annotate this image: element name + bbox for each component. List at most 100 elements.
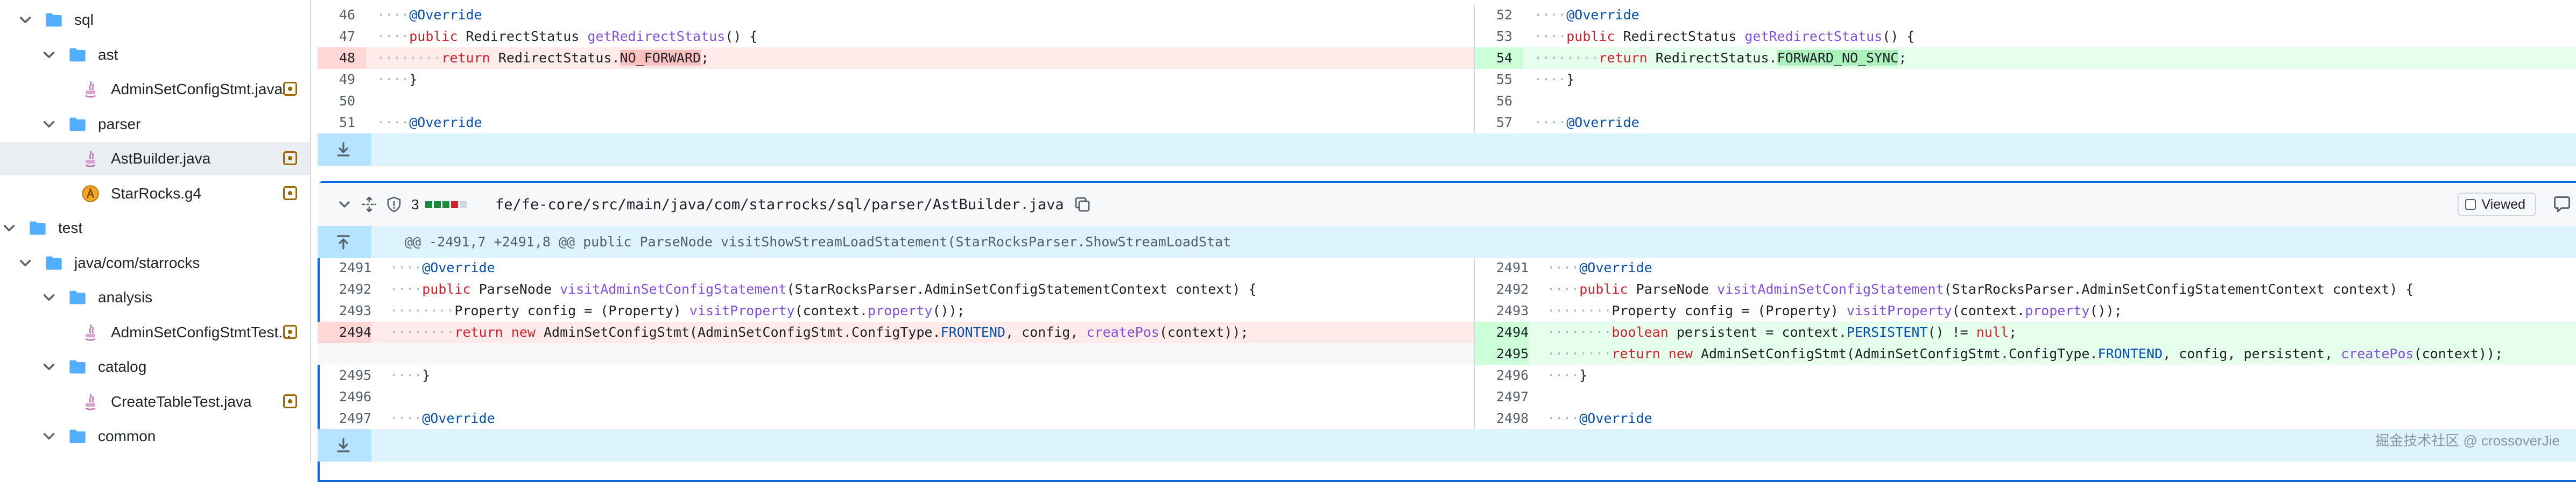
- diff-line-old[interactable]: 2493 ········Property config = (Property)…: [318, 300, 1474, 322]
- tree-folder[interactable]: sql: [0, 3, 310, 37]
- line-number[interactable]: 2491: [1475, 257, 1529, 279]
- tree-folder[interactable]: common: [0, 420, 310, 453]
- chevron-down-icon[interactable]: [40, 46, 58, 64]
- diff-line-old[interactable]: 48 ········return RedirectStatus.NO_FORWA…: [318, 47, 1474, 69]
- diff-line-new[interactable]: 54 ········return RedirectStatus.FORWARD_…: [1474, 47, 2576, 69]
- file-modified-icon: [283, 394, 297, 408]
- diff-line-new[interactable]: 2491 ····@Override: [1474, 257, 2576, 279]
- chevron-down-icon[interactable]: [0, 219, 18, 237]
- line-number[interactable]: 55: [1475, 69, 1523, 90]
- line-number[interactable]: 49: [318, 69, 366, 90]
- diff-line-new[interactable]: 52 ····@Override: [1474, 4, 2576, 26]
- line-number[interactable]: 2493: [1475, 300, 1529, 322]
- diff-line-old[interactable]: 2497 ····@Override: [318, 408, 1474, 429]
- diff-row: 2493 ········Property config = (Property)…: [318, 300, 2576, 322]
- collapse-file-button[interactable]: [336, 195, 353, 214]
- viewed-checkbox[interactable]: [2465, 199, 2476, 210]
- tree-file[interactable]: AdminSetConfigStmtTest...: [0, 316, 310, 349]
- tree-folder[interactable]: analysis: [0, 281, 310, 314]
- diff-line-new[interactable]: 56: [1474, 90, 2576, 112]
- tree-folder[interactable]: parser: [0, 108, 310, 141]
- watermark: 掘金技术社区 @ crossoverJie: [2375, 433, 2560, 449]
- code-line: ····@Override: [390, 410, 495, 426]
- diff-line-new[interactable]: 55 ····}: [1474, 69, 2576, 90]
- shield-icon: [387, 196, 401, 212]
- tree-file[interactable]: StarRocks.g4: [0, 177, 310, 210]
- line-number[interactable]: 2497: [1475, 386, 1529, 408]
- tree-file[interactable]: CreateTableTest.java: [0, 385, 310, 419]
- tree-file[interactable]: AdminSetConfigStmt.java: [0, 73, 310, 106]
- file-modified-icon: [283, 82, 297, 96]
- expand-below-button-2[interactable]: [318, 429, 2576, 462]
- line-number[interactable]: 2492: [318, 279, 371, 300]
- line-number[interactable]: 2494: [318, 322, 371, 343]
- diff-line-new[interactable]: 2492 ····public ParseNode visitAdminSetCo…: [1474, 279, 2576, 300]
- line-number[interactable]: 2496: [318, 386, 371, 408]
- line-number[interactable]: 2498: [1475, 408, 1529, 429]
- line-number[interactable]: 2491: [318, 257, 371, 279]
- line-number[interactable]: 51: [318, 112, 366, 133]
- line-number[interactable]: 2495: [318, 365, 371, 386]
- diff-line-old[interactable]: 2496: [318, 386, 1474, 408]
- chevron-down-icon[interactable]: [16, 11, 34, 29]
- tree-folder[interactable]: test: [0, 211, 310, 245]
- diff-line-old[interactable]: 50: [318, 90, 1474, 112]
- diff-line-old[interactable]: 46 ····@Override: [318, 4, 1474, 26]
- folder-icon: [28, 218, 47, 238]
- chevron-down-icon[interactable]: [40, 427, 58, 445]
- line-number[interactable]: 52: [1475, 4, 1523, 26]
- chevron-down-icon[interactable]: [40, 358, 58, 376]
- tree-folder[interactable]: java/com/starrocks: [0, 246, 310, 280]
- diff-line-new[interactable]: 2495 ········return new AdminSetConfigStm…: [1474, 343, 2576, 365]
- line-number[interactable]: 57: [1475, 112, 1523, 133]
- diff-line-new[interactable]: 2493 ········Property config = (Property)…: [1474, 300, 2576, 322]
- chevron-down-icon[interactable]: [40, 115, 58, 133]
- tree-file[interactable]: AstBuilder.java: [0, 142, 310, 175]
- diff-line-old[interactable]: [318, 343, 1474, 365]
- chevron-down-icon[interactable]: [16, 254, 34, 272]
- diff-line-old[interactable]: 2494 ········return new AdminSetConfigStm…: [318, 322, 1474, 343]
- code-line: ········Property config = (Property) vis…: [390, 303, 965, 318]
- expand-below-button[interactable]: [318, 133, 2576, 166]
- diff-line-new[interactable]: 2494 ········boolean persistent = context…: [1474, 322, 2576, 343]
- diff-line-new[interactable]: 2497: [1474, 386, 2576, 408]
- line-number[interactable]: 47: [318, 26, 366, 47]
- diff-line-old[interactable]: 2492 ····public ParseNode visitAdminSetCo…: [318, 279, 1474, 300]
- diff-line-old[interactable]: 2495 ····}: [318, 365, 1474, 386]
- line-number[interactable]: [318, 343, 371, 365]
- diff-line-new[interactable]: 2496 ····}: [1474, 365, 2576, 386]
- code-line: ····@Override: [1547, 410, 1652, 426]
- folder-icon: [68, 45, 87, 65]
- diff-line-new[interactable]: 53 ····public RedirectStatus getRedirectS…: [1474, 26, 2576, 47]
- tree-folder[interactable]: catalog: [0, 350, 310, 384]
- copy-path-button[interactable]: [1074, 196, 1091, 213]
- code-line: ········Property config = (Property) vis…: [1547, 303, 2122, 318]
- line-number[interactable]: 54: [1475, 47, 1523, 69]
- line-number[interactable]: 2492: [1475, 279, 1529, 300]
- viewed-toggle[interactable]: Viewed: [2458, 193, 2536, 216]
- diff-line-old[interactable]: 2491 ····@Override: [318, 257, 1474, 279]
- line-number[interactable]: 50: [318, 90, 366, 112]
- diff-line-old[interactable]: 47 ····public RedirectStatus getRedirectS…: [318, 26, 1474, 47]
- tree-folder[interactable]: ast: [0, 38, 310, 72]
- line-number[interactable]: 46: [318, 4, 366, 26]
- code-line: ····public RedirectStatus getRedirectSta…: [1534, 29, 1915, 44]
- line-number[interactable]: 2496: [1475, 365, 1529, 386]
- line-number[interactable]: 2497: [318, 408, 371, 429]
- diff-line-old[interactable]: 51 ····@Override: [318, 112, 1474, 133]
- file-path[interactable]: fe/fe-core/src/main/java/com/starrocks/s…: [495, 196, 1064, 213]
- comment-button[interactable]: [2552, 195, 2572, 214]
- chevron-down-icon[interactable]: [40, 288, 58, 307]
- diff-line-new[interactable]: 57 ····@Override: [1474, 112, 2576, 133]
- line-number[interactable]: 53: [1475, 26, 1523, 47]
- diff-row: 51 ····@Override 57 ····@Override: [318, 112, 2576, 133]
- expand-all-button[interactable]: [361, 195, 378, 214]
- diff-line-old[interactable]: 49 ····}: [318, 69, 1474, 90]
- line-number[interactable]: 48: [318, 47, 366, 69]
- line-number[interactable]: 2495: [1475, 343, 1529, 365]
- line-number[interactable]: 2493: [318, 300, 371, 322]
- line-number[interactable]: 56: [1475, 90, 1523, 112]
- diff-line-new[interactable]: 2498 ····@Override: [1474, 408, 2576, 429]
- line-number[interactable]: 2494: [1475, 322, 1529, 343]
